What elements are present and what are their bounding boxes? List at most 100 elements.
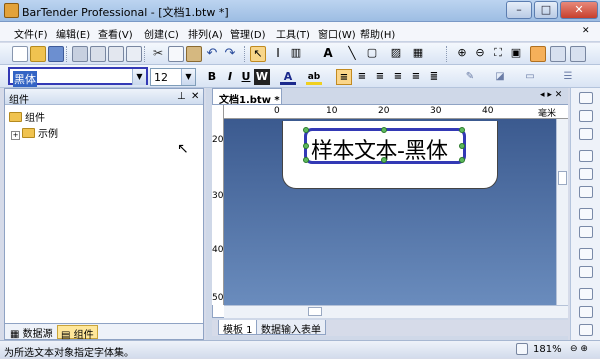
highlight-color-button[interactable]: ab	[306, 69, 322, 85]
sample-text-object[interactable]: 样本文本-黑体	[303, 127, 466, 164]
align-bottom-icon[interactable]	[579, 128, 593, 140]
menu-window[interactable]: 窗口(W)	[318, 26, 356, 41]
border-color-icon[interactable]: ▭	[522, 69, 538, 85]
distribute-vertical-icon[interactable]	[579, 226, 593, 238]
menu-create[interactable]: 创建(C)	[144, 26, 179, 41]
panel-close-icon[interactable]: ✕	[191, 91, 199, 102]
horizontal-scrollbar[interactable]	[224, 305, 568, 318]
chevron-down-icon[interactable]: ▼	[132, 69, 146, 85]
underline-button[interactable]: U	[238, 69, 254, 85]
print-icon[interactable]	[108, 46, 124, 62]
zoom-fit-icon[interactable]: ⛶	[490, 46, 506, 62]
font-name-combo[interactable]: 黑体 ▼	[8, 67, 148, 87]
align-center-edge-icon[interactable]	[579, 168, 593, 180]
chevron-down-icon[interactable]: ▼	[181, 69, 195, 85]
close-button[interactable]: ✕	[560, 1, 598, 19]
picture-tool-icon[interactable]: ▨	[388, 46, 404, 62]
font-size-combo[interactable]: 12 ▼	[150, 68, 196, 86]
menu-tools[interactable]: 工具(T)	[276, 26, 310, 41]
font-color-button[interactable]: A	[280, 69, 296, 85]
minimize-button[interactable]: –	[506, 1, 532, 19]
line-style-icon[interactable]: ✎	[462, 69, 478, 85]
justify-button[interactable]: ≡	[390, 69, 406, 85]
resize-handle[interactable]	[303, 143, 309, 149]
redo-icon[interactable]: ↷	[222, 46, 238, 62]
rotate-180-icon[interactable]	[579, 306, 593, 318]
align-right-edge-icon[interactable]	[579, 186, 593, 198]
bring-to-front-icon[interactable]	[579, 248, 593, 260]
tab-data-sources[interactable]: ▦ 数据源	[7, 325, 56, 340]
distribute-horizontal-icon[interactable]	[579, 208, 593, 220]
pointer-tool-icon[interactable]: ↖	[250, 46, 266, 62]
new-document-icon[interactable]	[12, 46, 28, 62]
layers-icon[interactable]	[570, 46, 586, 62]
zoom-controls[interactable]: ⊖ ⊕	[570, 344, 588, 354]
vertical-scrollbar[interactable]	[556, 119, 568, 305]
line-tool-icon[interactable]: ╲	[344, 46, 360, 62]
resize-handle[interactable]	[381, 127, 387, 133]
text-tool-icon[interactable]: A	[320, 46, 336, 62]
align-right-button[interactable]: ≡	[372, 69, 388, 85]
tab-data-entry-form[interactable]: 数据输入表单	[256, 320, 326, 336]
line-width-icon[interactable]: ☰	[560, 69, 576, 85]
resize-handle[interactable]	[459, 127, 465, 133]
pin-icon[interactable]: ⊥	[177, 91, 186, 102]
doc-tab-nav-icons[interactable]: ◂ ▸ ✕	[540, 90, 562, 100]
text-cursor-icon[interactable]: I	[270, 46, 286, 62]
send-to-back-icon[interactable]	[579, 266, 593, 278]
menu-edit[interactable]: 编辑(E)	[56, 26, 90, 41]
align-left-edge-icon[interactable]	[579, 150, 593, 162]
expand-icon[interactable]: +	[11, 131, 20, 140]
zoom-icon[interactable]	[516, 343, 528, 355]
horizontal-scroll-thumb[interactable]	[308, 307, 322, 316]
resize-handle[interactable]	[459, 143, 465, 149]
fill-color-icon[interactable]: ◪	[492, 69, 508, 85]
view-mode-icon[interactable]	[530, 46, 546, 62]
tree-root-item[interactable]: 组件	[9, 109, 45, 124]
tree-child-item[interactable]: + 示例	[11, 125, 58, 140]
resize-handle[interactable]	[459, 157, 465, 163]
align-center-button[interactable]: ≡	[354, 69, 370, 85]
menu-arrange[interactable]: 排列(A)	[188, 26, 223, 41]
database-icon[interactable]	[72, 46, 88, 62]
save-icon[interactable]	[48, 46, 64, 62]
menu-file[interactable]: 文件(F)	[14, 26, 48, 41]
mdi-close-icon[interactable]: ✕	[582, 26, 590, 36]
page-setup-icon[interactable]	[126, 46, 142, 62]
tab-template-1[interactable]: 模板 1	[218, 320, 258, 336]
menu-manage[interactable]: 管理(D)	[230, 26, 266, 41]
align-top-icon[interactable]	[579, 92, 593, 104]
outline-text-button[interactable]: W	[254, 69, 270, 85]
tab-components[interactable]: ▤ 组件	[57, 325, 98, 341]
maximize-button[interactable]: □	[534, 1, 558, 19]
rotate-90-icon[interactable]	[579, 288, 593, 300]
barcode-tool-icon[interactable]: ▥	[288, 46, 304, 62]
resize-handle[interactable]	[303, 157, 309, 163]
menu-view[interactable]: 查看(V)	[98, 26, 133, 41]
rotate-270-icon[interactable]	[579, 324, 593, 336]
rfid-tool-icon[interactable]: ▦	[410, 46, 426, 62]
open-folder-icon[interactable]	[30, 46, 46, 62]
distribute-button[interactable]: ≣	[426, 69, 442, 85]
undo-icon[interactable]: ↶	[204, 46, 220, 62]
document-tab[interactable]: 文档1.btw *	[212, 88, 282, 106]
justify-all-button[interactable]: ≡	[408, 69, 424, 85]
copy-icon[interactable]	[168, 46, 184, 62]
align-middle-icon[interactable]	[579, 110, 593, 122]
resize-handle[interactable]	[381, 157, 387, 163]
cut-icon[interactable]: ✂	[150, 46, 166, 62]
bartender-app-icon[interactable]	[4, 3, 19, 18]
menu-help[interactable]: 帮助(H)	[360, 26, 395, 41]
zoom-in-icon[interactable]: ⊕	[454, 46, 470, 62]
align-left-button[interactable]: ≡	[336, 69, 352, 85]
zoom-out-icon[interactable]: ⊖	[472, 46, 488, 62]
italic-button[interactable]: I	[222, 69, 238, 85]
bold-button[interactable]: B	[204, 69, 220, 85]
zoom-page-icon[interactable]: ▣	[508, 46, 524, 62]
paste-icon[interactable]	[186, 46, 202, 62]
shape-tool-icon[interactable]: ▢	[364, 46, 380, 62]
resize-handle[interactable]	[303, 127, 309, 133]
vertical-scroll-thumb[interactable]	[558, 171, 567, 185]
grid-view-icon[interactable]	[550, 46, 566, 62]
print-preview-icon[interactable]	[90, 46, 106, 62]
